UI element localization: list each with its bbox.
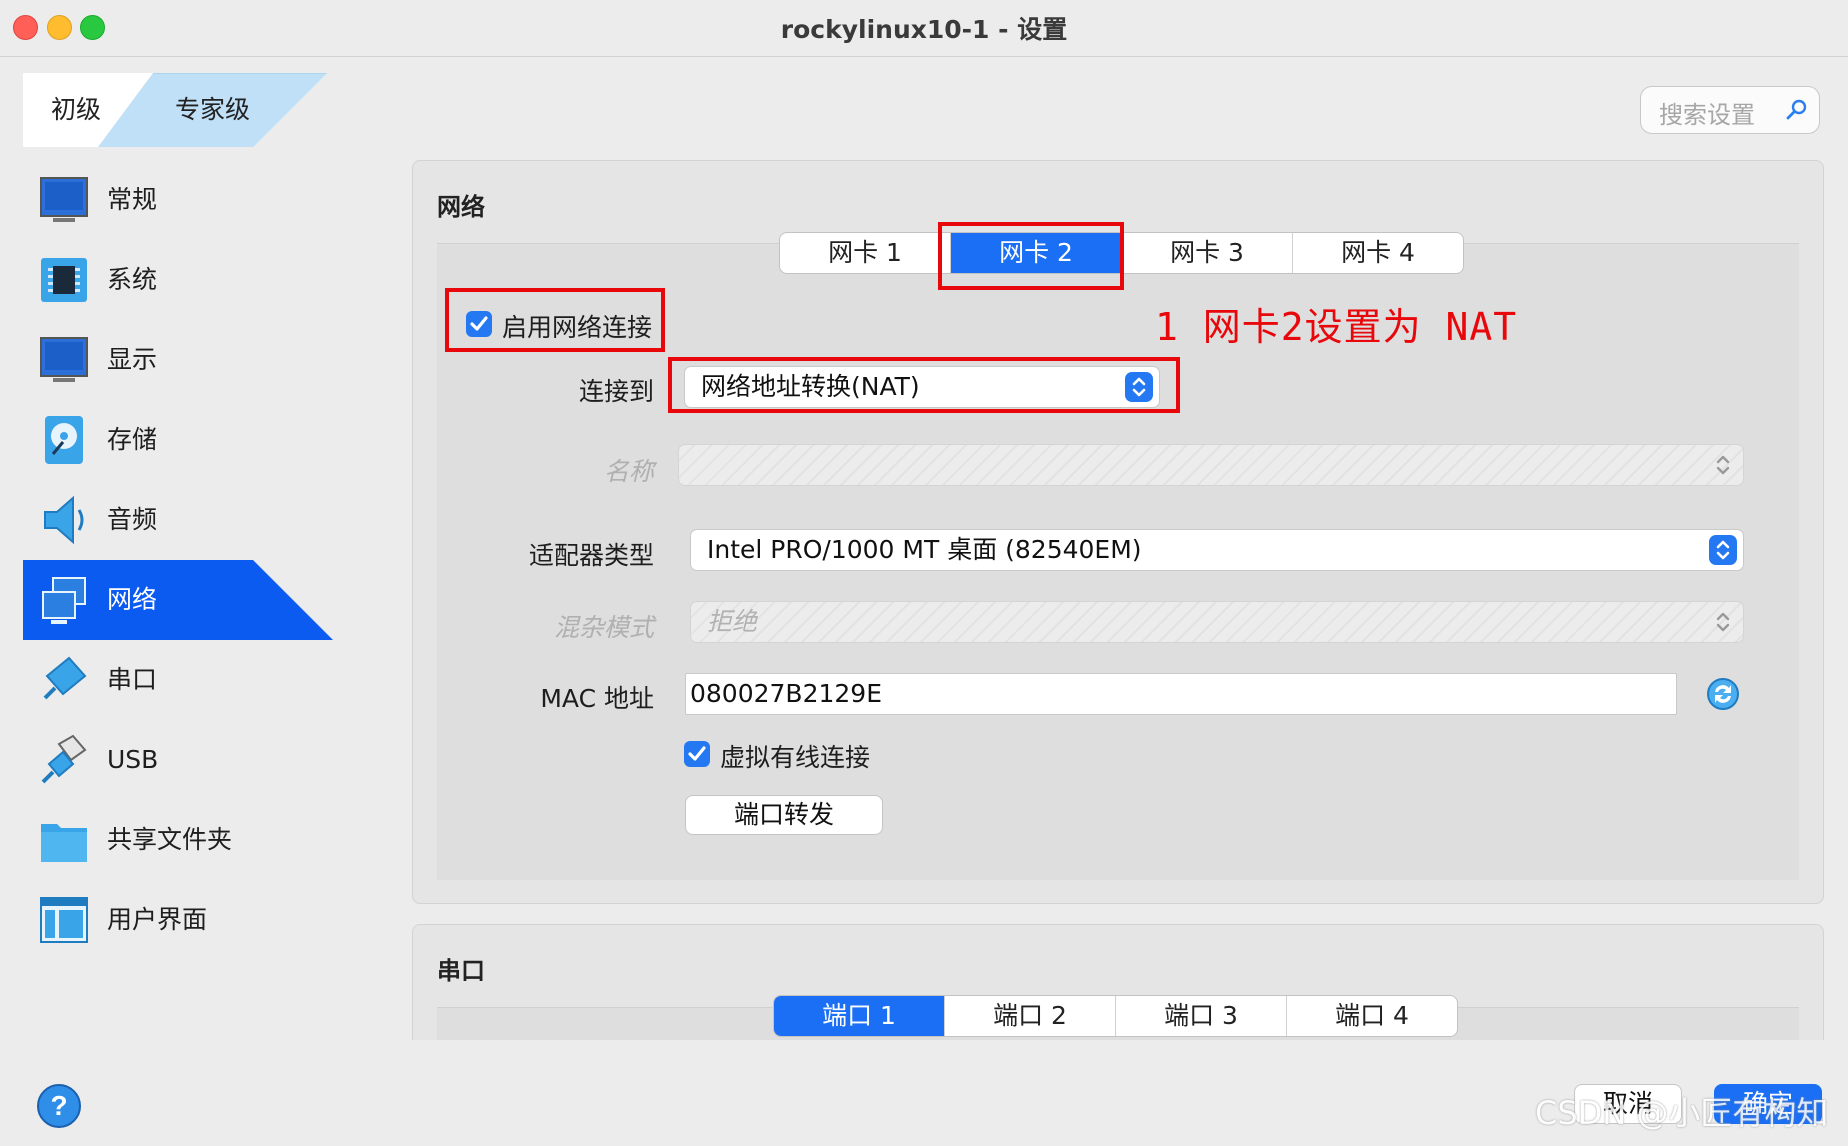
sidebar-item-label: 网络 <box>107 585 158 614</box>
sidebar-item-label: 串口 <box>107 665 158 694</box>
sidebar-item-label: 系统 <box>107 265 158 294</box>
serial-port-icon <box>43 656 87 700</box>
mode-tab-expert[interactable]: 专家级 <box>175 73 250 147</box>
network-icon <box>42 577 86 624</box>
sidebar-item-label: 显示 <box>107 345 158 374</box>
sidebar-item-usb[interactable]: USB <box>23 720 331 800</box>
stepper-icon <box>1709 535 1737 565</box>
svg-text:?: ? <box>50 1090 67 1121</box>
adapter-type-label: 适配器类型 <box>528 541 654 570</box>
checkmark-icon <box>688 746 706 761</box>
promiscuous-mode-value: 拒绝 <box>707 607 758 636</box>
usb-icon <box>41 734 87 784</box>
adapter-type-select[interactable]: Intel PRO/1000 MT 桌面 (82540EM) <box>690 529 1744 571</box>
tab-serial-port-2[interactable]: 端口 2 <box>945 996 1116 1036</box>
mac-address-value: 080027B2129E <box>690 679 883 708</box>
sidebar-item-user-interface[interactable]: 用户界面 <box>23 880 331 960</box>
promiscuous-mode-select: 拒绝 <box>690 601 1744 643</box>
sidebar-item-audio[interactable]: 音频 <box>23 480 331 560</box>
tab-serial-port-1[interactable]: 端口 1 <box>774 996 945 1036</box>
sidebar-item-system[interactable]: 系统 <box>23 240 331 320</box>
tab-serial-port-4[interactable]: 端口 4 <box>1287 996 1457 1036</box>
sidebar-item-label: 共享文件夹 <box>107 825 233 854</box>
tab-adapter-4[interactable]: 网卡 4 <box>1293 233 1463 273</box>
search-icon <box>1786 99 1807 120</box>
stepper-icon <box>1709 607 1737 637</box>
sidebar-item-storage[interactable]: 存储 <box>23 400 331 480</box>
mac-address-label: MAC 地址 <box>540 684 654 713</box>
sidebar-item-label: USB <box>107 745 159 774</box>
sidebar-item-shared-folders[interactable]: 共享文件夹 <box>23 800 331 880</box>
general-monitor-icon <box>40 177 88 222</box>
sidebar-item-general[interactable]: 常规 <box>23 160 331 240</box>
sidebar-item-network[interactable]: 网络 <box>23 560 333 640</box>
network-section-title: 网络 <box>437 193 485 221</box>
serial-port-tabs: 端口 1 端口 2 端口 3 端口 4 <box>773 995 1458 1037</box>
help-icon[interactable]: ? <box>35 1082 83 1130</box>
search-placeholder: 搜索设置 <box>1659 101 1755 129</box>
annotation-text: 1 网卡2设置为 NAT <box>1155 305 1518 349</box>
folder-icon <box>41 824 87 862</box>
title-bar: rockylinux10-1 - 设置 <box>0 0 1848 57</box>
audio-speaker-icon <box>44 495 84 545</box>
user-interface-icon <box>40 897 88 943</box>
settings-window: rockylinux10-1 - 设置 初级 专家级 搜索设置 常规 系统 显示… <box>0 0 1848 1146</box>
adapter-type-value: Intel PRO/1000 MT 桌面 (82540EM) <box>707 535 1142 564</box>
cable-connected-label[interactable]: 虚拟有线连接 <box>720 738 870 774</box>
tab-serial-port-3[interactable]: 端口 3 <box>1116 996 1287 1036</box>
sidebar-item-label: 常规 <box>107 185 158 214</box>
port-forwarding-button[interactable]: 端口转发 <box>685 795 883 835</box>
attached-to-label: 连接到 <box>578 377 654 406</box>
mac-address-input[interactable]: 080027B2129E <box>685 673 1677 715</box>
highlight-enable-network <box>445 288 665 352</box>
highlight-adapter-2 <box>938 222 1124 290</box>
tab-adapter-1[interactable]: 网卡 1 <box>780 233 951 273</box>
display-monitor-icon <box>40 337 88 382</box>
watermark-text: CSDN @小匠有构知 <box>1535 1094 1829 1132</box>
search-field[interactable]: 搜索设置 <box>1640 86 1820 134</box>
sidebar-item-serial[interactable]: 串口 <box>23 640 331 720</box>
tab-adapter-3[interactable]: 网卡 3 <box>1122 233 1293 273</box>
sidebar-item-display[interactable]: 显示 <box>23 320 331 400</box>
name-select <box>678 444 1744 486</box>
serial-section-title: 串口 <box>437 957 485 985</box>
highlight-attached-to <box>668 357 1180 413</box>
name-label: 名称 <box>603 457 654 486</box>
sidebar-item-label: 用户界面 <box>107 905 208 934</box>
promiscuous-mode-label: 混杂模式 <box>553 613 654 642</box>
mode-tabs: 初级 专家级 <box>23 73 327 147</box>
sidebar-item-label: 音频 <box>107 505 158 534</box>
system-chip-icon <box>41 258 87 302</box>
window-title: rockylinux10-1 - 设置 <box>780 15 1068 44</box>
stepper-icon <box>1709 450 1737 480</box>
cable-connected-checkbox[interactable] <box>684 741 710 767</box>
storage-disk-icon <box>45 416 83 464</box>
sidebar-item-label: 存储 <box>107 425 158 454</box>
refresh-mac-icon[interactable] <box>1706 677 1740 711</box>
